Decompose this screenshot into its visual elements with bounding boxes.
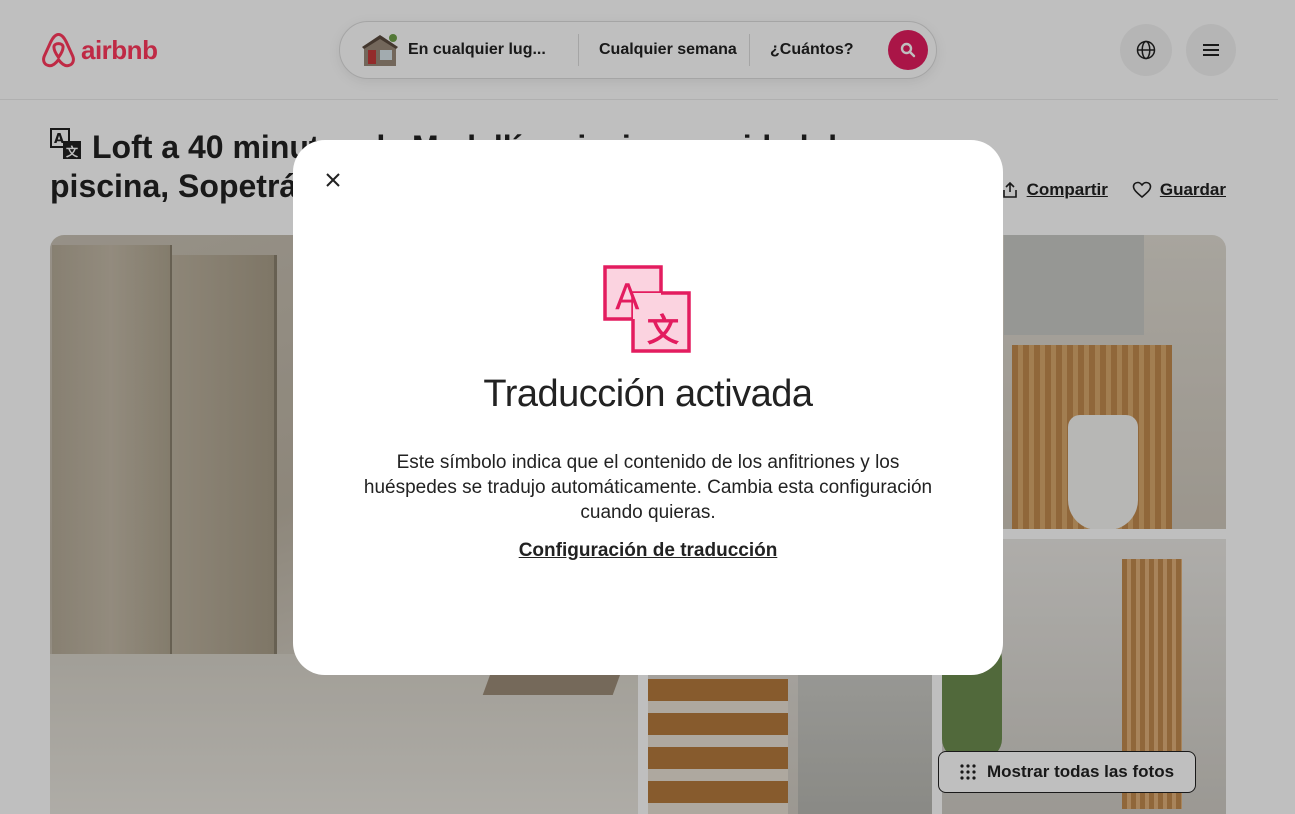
translation-settings-link[interactable]: Configuración de traducción (293, 540, 1003, 562)
modal-body: Este símbolo indica que el contenido de … (363, 452, 933, 523)
close-button[interactable] (317, 164, 349, 196)
modal-title: Traducción activada (483, 373, 813, 415)
close-icon (326, 173, 340, 187)
translate-icon: A 文 (603, 265, 693, 355)
svg-text:A: A (615, 277, 640, 318)
svg-text:文: 文 (647, 311, 679, 349)
translation-modal: A 文 Traducción activada Este símbolo ind… (293, 140, 1003, 675)
